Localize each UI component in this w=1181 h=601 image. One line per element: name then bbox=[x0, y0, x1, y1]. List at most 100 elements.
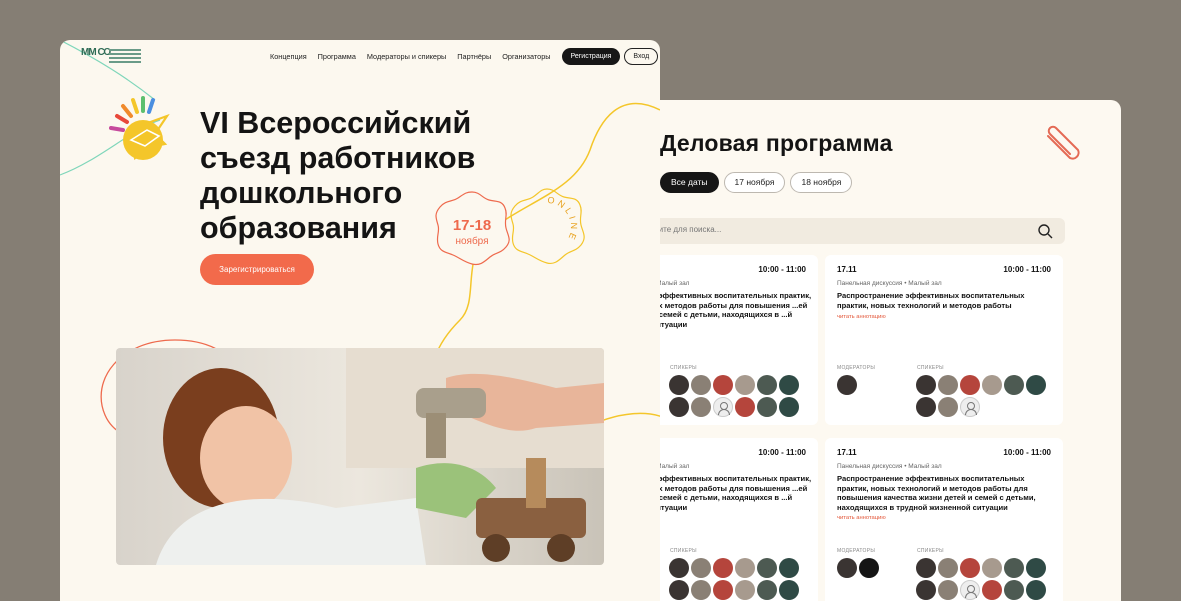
session-time: 10:00 - 11:00 bbox=[1003, 265, 1051, 274]
filter-all-dates[interactable]: Все даты bbox=[660, 172, 719, 193]
avatar[interactable] bbox=[691, 397, 711, 417]
avatar[interactable] bbox=[669, 375, 689, 395]
session-card[interactable]: 10:00 - 11:00 • Малый зал ...эффективных… bbox=[650, 438, 818, 601]
logo-mark: ММ СО bbox=[81, 47, 111, 58]
nav-partners[interactable]: Партнёры bbox=[457, 52, 491, 61]
avatar[interactable] bbox=[859, 558, 879, 578]
landing-page: ММ СО Концепция Программа Модераторы и с… bbox=[60, 40, 660, 601]
avatar[interactable] bbox=[960, 375, 980, 395]
read-annotation-link[interactable]: читать аннотацию bbox=[837, 515, 886, 521]
avatar[interactable] bbox=[691, 580, 711, 600]
site-logo[interactable]: ММ СО bbox=[81, 48, 141, 68]
avatar[interactable] bbox=[779, 580, 799, 600]
session-card[interactable]: 17.11 10:00 - 11:00 Панельная дискуссия … bbox=[825, 255, 1063, 425]
avatar[interactable] bbox=[779, 375, 799, 395]
avatar[interactable] bbox=[938, 397, 958, 417]
speakers-label: СПИКЕРЫ bbox=[917, 365, 944, 371]
avatar[interactable] bbox=[735, 580, 755, 600]
session-card[interactable]: 10:00 - 11:00 • Малый зал ...эффективных… bbox=[650, 255, 818, 425]
avatar[interactable] bbox=[779, 558, 799, 578]
register-button[interactable]: Регистрация bbox=[561, 48, 621, 65]
avatar[interactable] bbox=[1004, 558, 1024, 578]
logo-text-lines bbox=[109, 49, 141, 65]
session-title: Распространение эффективных воспитательн… bbox=[837, 291, 1025, 310]
session-card[interactable]: 17.11 10:00 - 11:00 Панельная дискуссия … bbox=[825, 438, 1063, 601]
avatar[interactable] bbox=[735, 375, 755, 395]
avatar[interactable] bbox=[713, 375, 733, 395]
avatar-placeholder-icon[interactable] bbox=[960, 397, 980, 417]
avatar[interactable] bbox=[757, 397, 777, 417]
avatar[interactable] bbox=[916, 397, 936, 417]
program-title: Деловая программа bbox=[660, 130, 893, 156]
nav-program[interactable]: Программа bbox=[318, 52, 356, 61]
avatar[interactable] bbox=[960, 558, 980, 578]
avatar[interactable] bbox=[779, 397, 799, 417]
nav-speakers[interactable]: Модераторы и спикеры bbox=[367, 52, 446, 61]
top-nav: Концепция Программа Модераторы и спикеры… bbox=[270, 48, 659, 65]
session-meta: Панельная дискуссия • Малый зал bbox=[837, 280, 942, 287]
session-title: ...эффективных воспитательных практик, .… bbox=[652, 474, 812, 512]
avatar[interactable] bbox=[757, 375, 777, 395]
avatar[interactable] bbox=[916, 558, 936, 578]
session-meta: Панельная дискуссия • Малый зал bbox=[837, 463, 942, 470]
avatar[interactable] bbox=[837, 375, 857, 395]
sun-bird-emblem-icon bbox=[109, 96, 170, 161]
avatar[interactable] bbox=[713, 558, 733, 578]
avatar-placeholder-icon[interactable] bbox=[960, 580, 980, 600]
speaker-avatars bbox=[916, 558, 1056, 600]
avatar[interactable] bbox=[1026, 375, 1046, 395]
avatar[interactable] bbox=[691, 558, 711, 578]
avatar[interactable] bbox=[1026, 558, 1046, 578]
avatar[interactable] bbox=[916, 375, 936, 395]
avatar[interactable] bbox=[735, 558, 755, 578]
avatar[interactable] bbox=[1004, 580, 1024, 600]
avatar[interactable] bbox=[982, 375, 1002, 395]
avatar[interactable] bbox=[938, 375, 958, 395]
hero-photo bbox=[116, 348, 604, 565]
search-icon[interactable] bbox=[1037, 223, 1053, 239]
avatar[interactable] bbox=[713, 580, 733, 600]
avatar[interactable] bbox=[735, 397, 755, 417]
badge-date-text: 17-18 bbox=[453, 217, 491, 234]
filter-18-november[interactable]: 18 ноября bbox=[790, 172, 853, 193]
avatar[interactable] bbox=[669, 558, 689, 578]
search-input[interactable] bbox=[652, 225, 952, 234]
badge-month-text: ноября bbox=[455, 235, 488, 247]
nav-concept[interactable]: Концепция bbox=[270, 52, 307, 61]
avatar[interactable] bbox=[982, 580, 1002, 600]
speaker-avatars bbox=[916, 375, 1056, 417]
search-bar bbox=[640, 218, 1065, 244]
read-annotation-link[interactable]: читать аннотацию bbox=[837, 314, 886, 320]
nav-organizers[interactable]: Организаторы bbox=[502, 52, 550, 61]
session-title: ...эффективных воспитательных практик, .… bbox=[652, 291, 812, 329]
moderator-avatars bbox=[837, 558, 887, 578]
moderators-label: МОДЕРАТОРЫ bbox=[837, 548, 876, 554]
avatar[interactable] bbox=[938, 558, 958, 578]
avatar-placeholder-icon[interactable] bbox=[713, 397, 733, 417]
avatar[interactable] bbox=[916, 580, 936, 600]
register-cta-button[interactable]: Зарегистрироваться bbox=[200, 254, 314, 285]
avatar[interactable] bbox=[757, 558, 777, 578]
speakers-label: СПИКЕРЫ bbox=[670, 365, 697, 371]
avatar[interactable] bbox=[669, 397, 689, 417]
avatar[interactable] bbox=[691, 375, 711, 395]
login-button[interactable]: Вход bbox=[624, 48, 659, 65]
avatar[interactable] bbox=[982, 558, 1002, 578]
moderator-avatars bbox=[837, 375, 867, 395]
avatar[interactable] bbox=[669, 580, 689, 600]
session-time: 10:00 - 11:00 bbox=[1003, 448, 1051, 457]
date-badge: 17-18 ноября bbox=[435, 191, 510, 266]
paperclip-icon bbox=[1047, 125, 1080, 160]
speaker-avatars bbox=[669, 558, 809, 600]
session-date: 17.11 bbox=[837, 265, 857, 274]
avatar[interactable] bbox=[938, 580, 958, 600]
filter-17-november[interactable]: 17 ноября bbox=[723, 172, 786, 193]
avatar[interactable] bbox=[1004, 375, 1024, 395]
avatar[interactable] bbox=[837, 558, 857, 578]
session-title: Распространение эффективных воспитательн… bbox=[837, 474, 1036, 512]
speakers-label: СПИКЕРЫ bbox=[670, 548, 697, 554]
date-filters: Все даты 17 ноября 18 ноября bbox=[660, 172, 853, 193]
moderators-label: МОДЕРАТОРЫ bbox=[837, 365, 876, 371]
avatar[interactable] bbox=[757, 580, 777, 600]
avatar[interactable] bbox=[1026, 580, 1046, 600]
